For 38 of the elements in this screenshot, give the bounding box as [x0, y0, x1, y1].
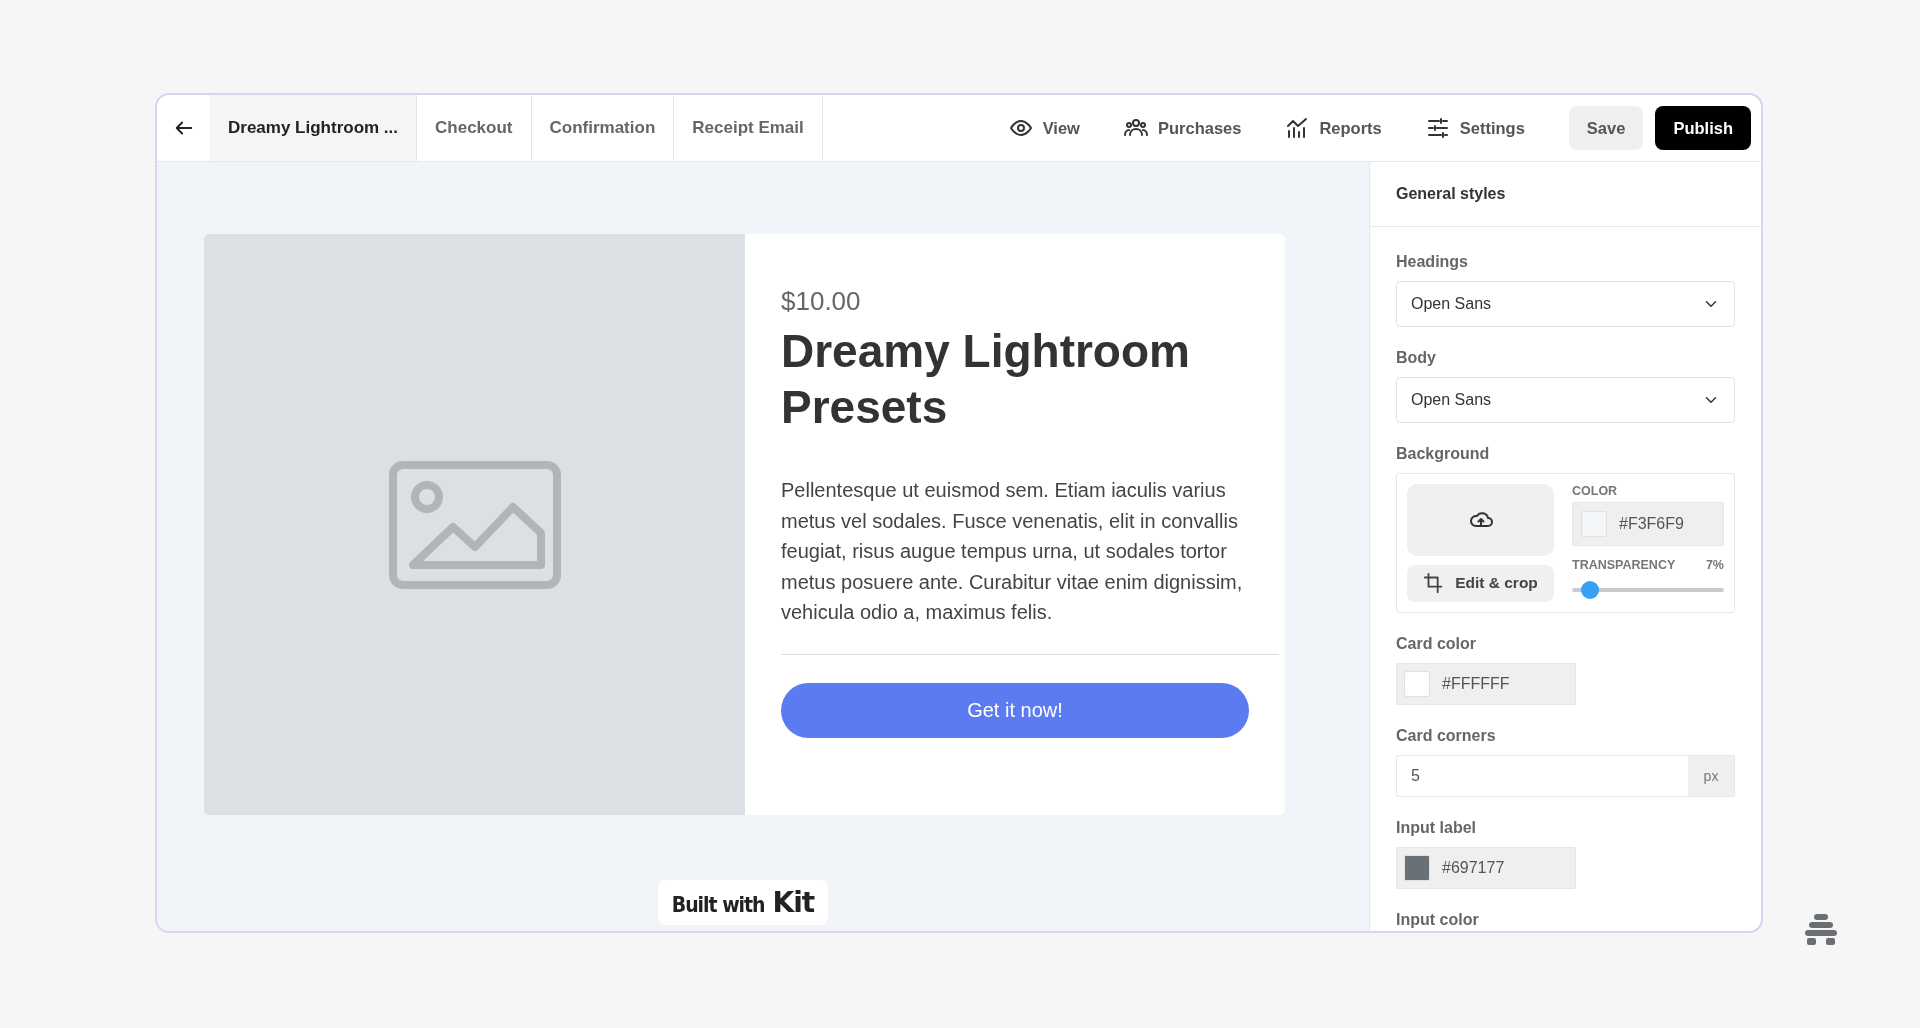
transparency-caption: TRANSPARENCY: [1572, 558, 1676, 572]
page-tab[interactable]: Dreamy Lightroom ...: [210, 95, 418, 161]
toolbar-link[interactable]: Purchases: [1123, 95, 1242, 161]
product-description: Pellentesque ut euismod sem. Etiam iaculis varius metus vel sodales. Fusce venenatis, elit in convallis feugiat, risus augue tempus urna, ut sodales tortor metus posuere ante. Curabitur vitae enim dignissim, vehicula odio a, maximus felis.: [781, 475, 1279, 655]
image-placeholder-icon: [388, 460, 561, 589]
slider-thumb[interactable]: [1581, 581, 1600, 599]
toolbar-link[interactable]: Settings: [1425, 95, 1525, 161]
color-caption: COLOR: [1572, 484, 1618, 498]
color-field[interactable]: #697177: [1396, 847, 1576, 889]
brand-logo: Kit: [772, 886, 815, 919]
sliders-icon: [1425, 116, 1450, 140]
color-field[interactable]: #FFFFFF: [1396, 663, 1576, 705]
transparency-slider[interactable]: [1572, 581, 1724, 599]
transparency-reading: 7%: [1705, 558, 1724, 572]
chart-icon: [1285, 116, 1310, 140]
field-label: Input label: [1396, 819, 1477, 837]
product-price: $10.00: [781, 286, 862, 317]
color-field[interactable]: #F3F6F9: [1572, 502, 1724, 546]
field-label: Headings: [1396, 253, 1469, 271]
product-title: Dreamy Lightroom Presets: [781, 324, 1191, 435]
toolbar-link[interactable]: View: [1008, 95, 1080, 161]
corner-radius-field[interactable]: 5 px: [1396, 755, 1735, 797]
publish-button[interactable]: Publish: [1655, 106, 1751, 150]
field-label: Card corners: [1396, 727, 1497, 745]
beehive-icon: [1804, 912, 1838, 946]
toolbar-link[interactable]: Reports: [1285, 95, 1382, 161]
unit-label: px: [1688, 756, 1734, 796]
buy-button[interactable]: Get it now!: [781, 682, 1249, 738]
field-label: Input color: [1396, 911, 1480, 929]
save-button[interactable]: Save: [1568, 106, 1644, 150]
edit-crop-button[interactable]: Edit & crop: [1407, 564, 1554, 602]
sidebar-title: General styles: [1370, 162, 1761, 227]
field-label: Card color: [1396, 635, 1477, 653]
font-dropdown[interactable]: Open Sans: [1396, 377, 1735, 423]
field-label: Body: [1396, 349, 1437, 367]
built-with-badge[interactable]: Built with Kit: [657, 880, 829, 925]
field-label: Background: [1396, 445, 1491, 463]
font-dropdown[interactable]: Open Sans: [1396, 281, 1735, 327]
